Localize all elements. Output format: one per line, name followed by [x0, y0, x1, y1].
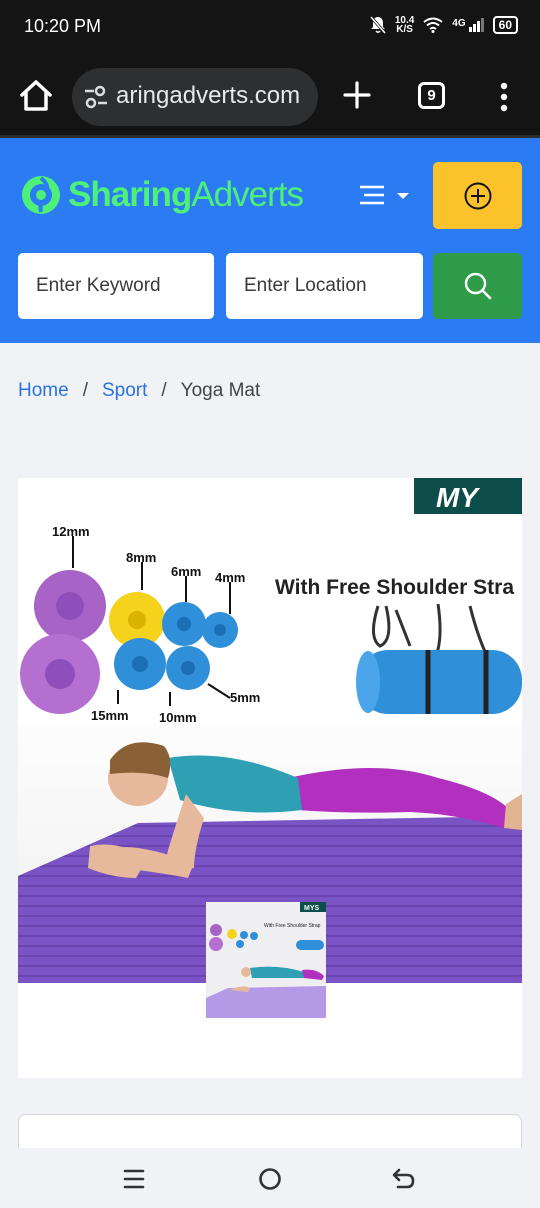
- keyword-input[interactable]: [18, 253, 214, 319]
- logo-mark-icon: [22, 176, 60, 214]
- product-photo: MY With Free Shoulder Stra 12mm 8mm 6mm …: [18, 478, 522, 1078]
- size-label: 8mm: [126, 550, 156, 565]
- system-nav-bar: [0, 1148, 540, 1208]
- site-header: SharingAdverts: [0, 138, 540, 343]
- url-text[interactable]: aringadverts.com: [116, 82, 300, 110]
- breadcrumb-separator: /: [161, 380, 167, 401]
- location-input[interactable]: [226, 253, 423, 319]
- menu-toggle-icon[interactable]: [356, 180, 414, 210]
- add-circle-icon: [464, 182, 491, 209]
- site-settings-icon[interactable]: [82, 84, 110, 110]
- product-image[interactable]: MY With Free Shoulder Stra 12mm 8mm 6mm …: [18, 478, 522, 1078]
- breadcrumb: Home / Sport / Yoga Mat: [18, 380, 260, 402]
- home-circle-icon[interactable]: [256, 1165, 284, 1193]
- size-label: 6mm: [171, 564, 201, 579]
- size-label: 12mm: [52, 524, 90, 539]
- notifications-off-icon: [369, 16, 386, 34]
- thumb-caption: With Free Shoulder Strap: [264, 923, 321, 929]
- banner-text: With Free Shoulder Stra: [275, 576, 514, 599]
- search-icon: [464, 272, 491, 300]
- home-icon[interactable]: [18, 76, 54, 116]
- status-time: 10:20 PM: [24, 16, 102, 36]
- breadcrumb-current: Yoga Mat: [180, 380, 261, 401]
- brand-text: MY: [436, 482, 480, 513]
- post-ad-button[interactable]: [433, 162, 522, 229]
- status-icons: 10.4 K/S 4G 60: [369, 15, 518, 35]
- browser-toolbar: aringadverts.com 9: [0, 56, 540, 138]
- size-label: 5mm: [230, 690, 260, 705]
- size-label: 15mm: [91, 708, 129, 723]
- site-logo[interactable]: SharingAdverts: [20, 166, 304, 224]
- size-label: 10mm: [159, 710, 197, 725]
- breadcrumb-sport[interactable]: Sport: [102, 380, 147, 402]
- new-tab-icon[interactable]: [342, 80, 372, 110]
- wifi-icon: [423, 17, 443, 33]
- overflow-menu-icon[interactable]: [497, 82, 511, 112]
- breadcrumb-separator: /: [82, 380, 88, 401]
- battery-icon: 60: [492, 16, 518, 34]
- back-icon[interactable]: [390, 1165, 418, 1193]
- recents-icon[interactable]: [120, 1165, 148, 1193]
- thumb-brand: MYS: [304, 905, 320, 912]
- signal-icon: 4G: [452, 18, 484, 32]
- net-speed: 10.4 K/S: [394, 15, 415, 35]
- logo-text: SharingAdverts: [68, 175, 304, 214]
- status-bar: 10:20 PM 10.4 K/S 4G 60: [0, 0, 540, 56]
- breadcrumb-home[interactable]: Home: [18, 380, 69, 402]
- search-button[interactable]: [433, 253, 522, 319]
- size-label: 4mm: [215, 570, 245, 585]
- tab-switcher-button[interactable]: 9: [418, 82, 445, 109]
- address-bar[interactable]: aringadverts.com: [72, 68, 318, 126]
